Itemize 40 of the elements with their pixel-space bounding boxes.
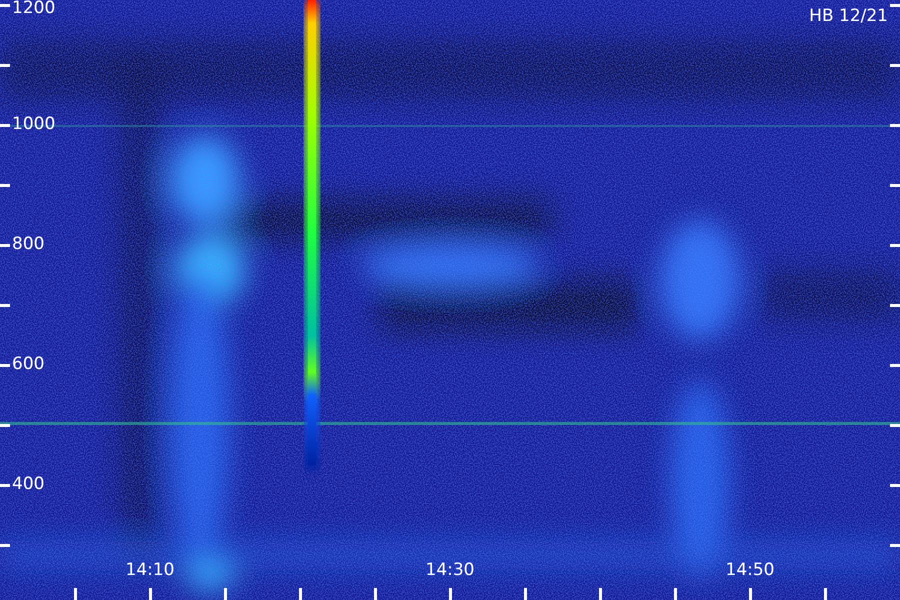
tick-mark: [824, 588, 827, 600]
tick-mark: [0, 364, 10, 367]
tick-mark: [0, 184, 10, 187]
tick-mark: [0, 244, 10, 247]
tick-mark: [0, 4, 10, 7]
axis-label: 14:30: [424, 562, 476, 579]
tick-mark: [890, 424, 900, 427]
tick-mark: [299, 588, 302, 600]
tick-mark: [0, 424, 10, 427]
axis-label: 800: [12, 236, 44, 253]
tick-mark: [890, 124, 900, 127]
tick-mark: [74, 588, 77, 600]
tick-mark: [0, 484, 10, 487]
tick-mark: [0, 124, 10, 127]
tick-mark: [890, 484, 900, 487]
tick-mark: [890, 184, 900, 187]
tick-mark: [890, 544, 900, 547]
axis-label: 14:50: [724, 562, 776, 579]
tick-mark: [0, 64, 10, 67]
tick-mark: [890, 364, 900, 367]
tick-mark: [890, 304, 900, 307]
axis-label: 400: [12, 476, 44, 493]
axis-label: 1200: [12, 0, 56, 17]
tick-mark: [674, 588, 677, 600]
tick-mark: [449, 588, 452, 600]
axis-label: 600: [12, 356, 44, 373]
tick-mark: [890, 64, 900, 67]
axis-label: 1000: [12, 116, 56, 133]
tick-mark: [890, 4, 900, 7]
tick-mark: [0, 304, 10, 307]
tick-mark: [599, 588, 602, 600]
axis-label: 14:10: [124, 562, 176, 579]
tick-mark: [0, 544, 10, 547]
tick-mark: [224, 588, 227, 600]
tick-mark: [749, 588, 752, 600]
tick-mark: [890, 244, 900, 247]
tick-mark: [374, 588, 377, 600]
plot-label: HB 12/21: [809, 8, 888, 25]
tick-mark: [524, 588, 527, 600]
tick-mark: [149, 588, 152, 600]
